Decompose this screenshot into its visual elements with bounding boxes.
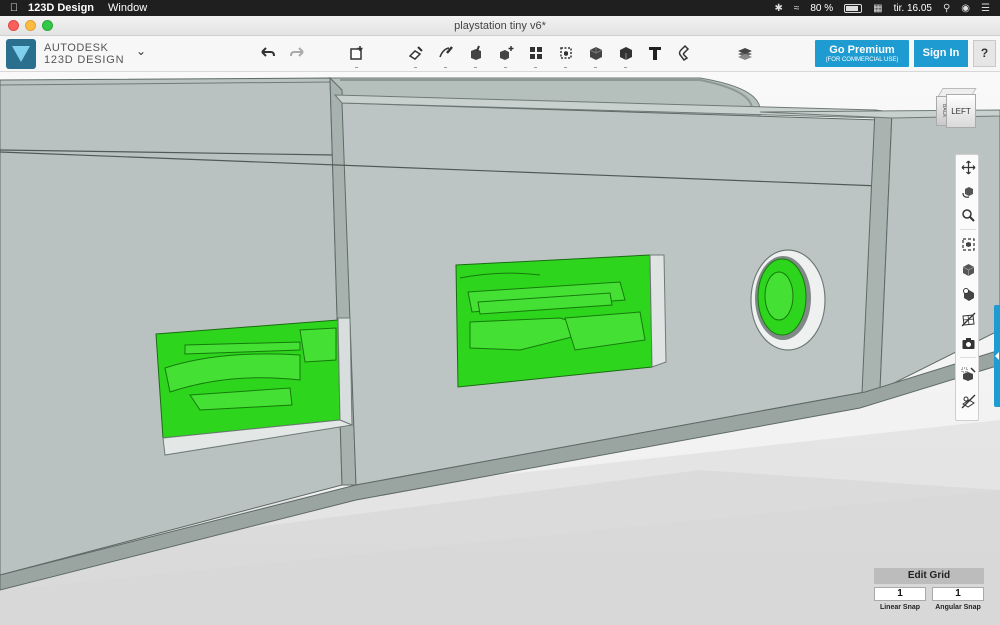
port-opening-middle-frame: [649, 254, 667, 368]
snap-icon[interactable]: [673, 42, 697, 64]
bluetooth-icon[interactable]: ✱: [774, 3, 782, 14]
keyboard-flag-icon[interactable]: ▦: [873, 3, 882, 14]
macos-menubar:  123D Design Window ✱ ≈ 80 % ▦ tir. 16.…: [0, 0, 1000, 16]
combine-solid-icon[interactable]: [614, 42, 638, 68]
sketch-icon[interactable]: [404, 42, 428, 68]
undo-icon[interactable]: [256, 42, 280, 64]
app-window:  123D Design Window ✱ ≈ 80 % ▦ tir. 16.…: [0, 0, 1000, 625]
app-menu[interactable]: 123D Design: [28, 2, 94, 14]
window-title: playstation tiny v6*: [454, 20, 546, 32]
viewcube[interactable]: BACK LEFT: [932, 86, 980, 132]
fit-icon[interactable]: [958, 234, 978, 254]
primitives-icon[interactable]: [345, 42, 369, 68]
brand-text: AUTODESK 123D DESIGN: [44, 42, 124, 66]
measure-icon[interactable]: [584, 42, 608, 68]
window-menu[interactable]: Window: [108, 2, 147, 14]
modify-icon[interactable]: [464, 42, 488, 68]
spotlight-icon[interactable]: ⚲: [943, 3, 950, 14]
go-premium-sublabel: (FOR COMMERCIAL USE): [825, 57, 899, 63]
panel-toggle-tab[interactable]: [994, 305, 1000, 407]
wifi-icon[interactable]: ≈: [794, 3, 800, 14]
app-logo[interactable]: AUTODESK 123D DESIGN: [6, 39, 124, 69]
clock[interactable]: tir. 16.05: [894, 3, 932, 14]
model-scene[interactable]: [0, 72, 1000, 625]
123d-logo-icon: [6, 39, 36, 69]
help-button[interactable]: ?: [973, 40, 996, 67]
material-icon[interactable]: [733, 42, 757, 64]
visual-style-icon[interactable]: [958, 284, 978, 304]
main-toolbar: AUTODESK 123D DESIGN ⌄ Go Premium (FOR C…: [0, 36, 1000, 72]
battery-percent: 80 %: [810, 2, 834, 14]
minimize-button[interactable]: [25, 20, 36, 31]
window-controls: [8, 20, 53, 31]
3d-viewport[interactable]: Edit Grid 1 1 Linear Snap Angular Snap: [0, 72, 1000, 625]
orbit-icon[interactable]: [958, 181, 978, 201]
zoom-icon[interactable]: [958, 205, 978, 225]
linear-snap-label: Linear Snap: [879, 604, 921, 611]
text-icon[interactable]: [643, 42, 667, 64]
go-premium-button[interactable]: Go Premium (FOR COMMERCIAL USE): [815, 40, 909, 67]
apple-menu-icon[interactable]: : [0, 2, 28, 14]
hide-mesh-icon[interactable]: [958, 309, 978, 329]
viewcube-left[interactable]: LEFT: [946, 94, 976, 128]
close-button[interactable]: [8, 20, 19, 31]
angular-snap-label: Angular Snap: [935, 604, 981, 611]
pattern-icon[interactable]: [494, 42, 518, 68]
port-opening-left-frame: [337, 317, 353, 426]
linear-snap-input[interactable]: 1: [874, 587, 926, 601]
sign-in-button[interactable]: Sign In: [914, 40, 968, 67]
hide-grid-icon[interactable]: [958, 391, 978, 411]
notification-center-icon[interactable]: ☰: [981, 3, 990, 14]
perspective-icon[interactable]: [958, 259, 978, 279]
edit-grid-button[interactable]: Edit Grid: [874, 568, 984, 584]
materials-outline-icon[interactable]: [958, 364, 978, 384]
model-right-panel: [879, 111, 1000, 391]
siri-icon[interactable]: ◉: [961, 3, 970, 14]
redo-icon[interactable]: [285, 42, 309, 64]
edit-grid-panel: Edit Grid 1 1 Linear Snap Angular Snap: [874, 568, 984, 618]
brand-line1: AUTODESK: [44, 42, 109, 54]
brand-line2: 123D DESIGN: [44, 54, 125, 66]
pan-icon[interactable]: [958, 157, 978, 177]
angular-snap-input[interactable]: 1: [932, 587, 984, 601]
battery-icon[interactable]: [844, 3, 863, 13]
construct-icon[interactable]: [434, 42, 458, 68]
go-premium-label: Go Premium: [829, 44, 895, 56]
zoom-button[interactable]: [42, 20, 53, 31]
app-menu-chevron-icon[interactable]: ⌄: [136, 44, 146, 58]
navigation-bar: [955, 154, 979, 421]
camera-icon[interactable]: [958, 333, 978, 353]
grouping-icon[interactable]: [524, 42, 548, 68]
combine-icon[interactable]: [554, 42, 578, 68]
title-bar: playstation tiny v6*: [0, 16, 1000, 36]
round-port-inner: [764, 271, 794, 321]
status-area: ✱ ≈ 80 % ▦ tir. 16.05 ⚲ ◉ ☰: [774, 3, 1000, 14]
